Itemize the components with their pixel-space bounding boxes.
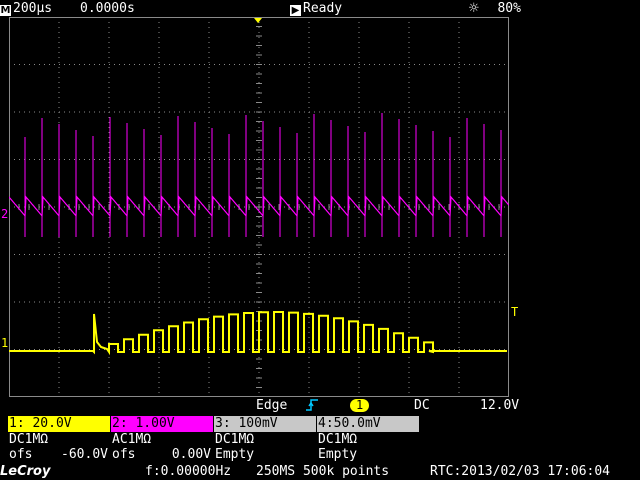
brand-logo: LeCroy [0,464,51,479]
channel-2-offset-label: ofs [112,447,136,462]
timebase-icon: M [0,5,11,16]
channel-1-offset-label: ofs [9,447,33,462]
trigger-level[interactable]: 12.0V [480,398,519,414]
trigger-type[interactable]: Edge [256,398,287,414]
trigger-level-marker[interactable]: T [511,306,518,318]
channel-1-info[interactable]: 1: 20.0V DC1MΩ ofs -60.0V [8,416,110,464]
channel-1-trace [9,311,507,356]
channel-2-spikes [24,113,502,237]
channel-1-marker[interactable]: 1 [1,337,8,349]
channel-1-header: 1: 20.0V [8,416,110,432]
trigger-position-marker[interactable] [254,18,262,23]
channel-3-header: 3: 100mV [214,416,316,432]
channel-2-info[interactable]: 2: 1.00V AC1MΩ ofs 0.00V [111,416,213,464]
run-state-label: Ready [303,1,343,16]
trigger-edge-icon [305,398,319,414]
sampling-readout: 250MS 500k points [256,464,390,479]
channel-4-info[interactable]: 4:50.0mV DC1MΩ Empty [317,416,419,464]
play-icon: ▶ [290,5,301,16]
channel-2-marker[interactable]: 2 [1,208,8,220]
graticule [9,17,509,397]
channel-3-coupling: DC1MΩ [215,432,255,447]
brightness-readout[interactable]: ☼ 80% [468,1,521,16]
channel-3-offset-label: Empty [215,447,255,462]
run-state[interactable]: ▶ Ready [290,1,342,16]
trigger-coupling[interactable]: DC [414,398,430,414]
channel-2-offset: ofs 0.00V [111,447,213,462]
bottom-bar: LeCroy f:0.00000Hz 250MS 500k points RTC… [0,464,640,480]
brightness-value: 80% [497,1,521,16]
trigger-source-badge: 1 [350,399,370,412]
channel-2-coupling: AC1MΩ [112,432,152,447]
channel-1-coupling: DC1MΩ [9,432,49,447]
channel-4-offset: Empty [317,447,419,462]
channel-4-offset-label: Empty [318,447,358,462]
channel-4-header: 4:50.0mV [317,416,419,432]
channel-3-offset: Empty [214,447,316,462]
waveform-display[interactable] [9,17,509,397]
timebase-value: 200µs [13,1,53,16]
channel-2-offset-value: 0.00V [171,447,211,462]
channel-2-header: 2: 1.00V [111,416,213,432]
channel-1-offset-value: -60.0V [61,447,108,462]
channel-4-coupling: DC1MΩ [318,432,358,447]
trigger-source[interactable]: 1 [350,398,370,414]
frequency-readout: f:0.00000Hz [145,464,232,479]
status-bar: M 200µs 0.0000s ▶ Ready ☼ 80% [0,0,640,17]
timebase-readout[interactable]: M 200µs [0,1,52,16]
channel-3-info[interactable]: 3: 100mV DC1MΩ Empty [214,416,316,464]
rtc-readout: RTC:2013/02/03 17:06:04 [430,464,611,479]
delay-readout[interactable]: 0.0000s [80,1,135,16]
channel-1-offset: ofs -60.0V [8,447,110,462]
brightness-icon: ☼ [468,1,480,16]
